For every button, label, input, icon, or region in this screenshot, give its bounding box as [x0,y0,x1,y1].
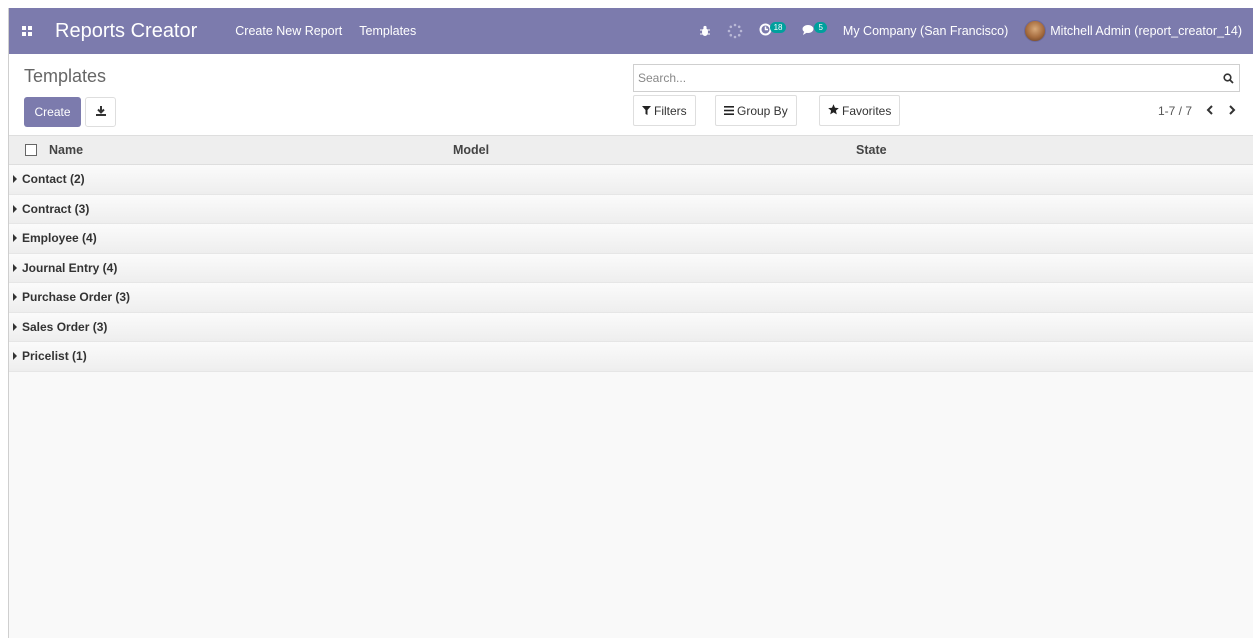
company-switcher[interactable]: My Company (San Francisco) [843,24,1008,38]
group-label: Pricelist (1) [22,349,87,364]
activities-menu[interactable]: 18 [759,21,787,39]
filters-button[interactable]: Filters [633,95,696,126]
select-all-checkbox[interactable] [25,144,37,156]
group-label: Journal Entry (4) [22,260,118,275]
bars-icon [724,104,737,118]
favorites-button[interactable]: Favorites [819,95,901,126]
group-row-pricelist[interactable]: Pricelist (1) [9,342,1253,372]
user-menu[interactable]: Mitchell Admin (report_creator_14) [1024,20,1242,42]
group-row-purchase-order[interactable]: Purchase Order (3) [9,283,1253,313]
group-label: Contract (3) [22,201,90,216]
list-header: Name Model State [9,136,1253,165]
column-header-state[interactable]: State [856,143,887,157]
group-row-contact[interactable]: Contact (2) [9,165,1253,195]
group-row-employee[interactable]: Employee (4) [9,224,1253,254]
avatar [1024,20,1047,42]
group-row-sales-order[interactable]: Sales Order (3) [9,312,1253,342]
group-label: Sales Order (3) [22,319,108,334]
search-icon[interactable] [1217,72,1239,84]
group-row-contract[interactable]: Contract (3) [9,194,1253,224]
star-icon [828,103,842,118]
group-label: Contact (2) [22,172,85,187]
app-frame: Reports Creator Create New Report Templa… [8,8,1253,638]
group-by-button[interactable]: Group By [715,95,797,126]
list-view: Name Model State Contact (2) Contract (3… [9,136,1253,372]
caret-right-icon [13,293,17,302]
group-label: Purchase Order (3) [22,290,131,305]
group-label: Employee (4) [22,231,97,246]
column-header-name[interactable]: Name [49,143,449,157]
messaging-menu[interactable]: 5 [802,21,827,39]
caret-right-icon [13,175,17,184]
column-header-model[interactable]: Model [453,143,489,157]
caret-right-icon [13,204,17,213]
apps-menu-icon[interactable] [9,8,45,54]
create-button[interactable]: Create [24,97,81,127]
filter-icon [642,104,654,118]
pager-previous-icon[interactable] [1206,104,1214,118]
pager: 1-7 / 7 [1158,104,1236,118]
caret-right-icon [13,263,17,272]
app-title[interactable]: Reports Creator [55,20,197,43]
search-box [633,64,1240,92]
search-input[interactable] [634,65,1217,91]
caret-right-icon [13,352,17,361]
user-name: Mitchell Admin (report_creator_14) [1050,24,1242,38]
pager-next-icon[interactable] [1228,104,1236,118]
pager-value[interactable]: 1-7 / 7 [1158,104,1192,118]
control-panel: Templates Create Filters Group By [9,54,1253,136]
caret-right-icon [13,234,17,243]
menu-templates[interactable]: Templates [359,24,416,38]
group-row-journal-entry[interactable]: Journal Entry (4) [9,253,1253,283]
group-by-label: Group By [737,103,788,118]
debug-bug-icon[interactable] [699,25,711,37]
top-navbar: Reports Creator Create New Report Templa… [9,8,1253,54]
activity-counter-badge: 18 [769,21,787,33]
filters-label: Filters [654,103,687,118]
message-counter-badge: 5 [814,21,827,33]
favorites-label: Favorites [842,103,892,118]
caret-right-icon [13,322,17,331]
systray: 18 5 My Company (San Francisco) Mitchell… [691,8,1253,54]
loading-spinner-icon [727,23,743,39]
breadcrumb: Templates [24,66,107,86]
menu-create-new-report[interactable]: Create New Report [235,24,342,38]
download-icon [95,105,107,120]
download-button[interactable] [85,97,116,127]
